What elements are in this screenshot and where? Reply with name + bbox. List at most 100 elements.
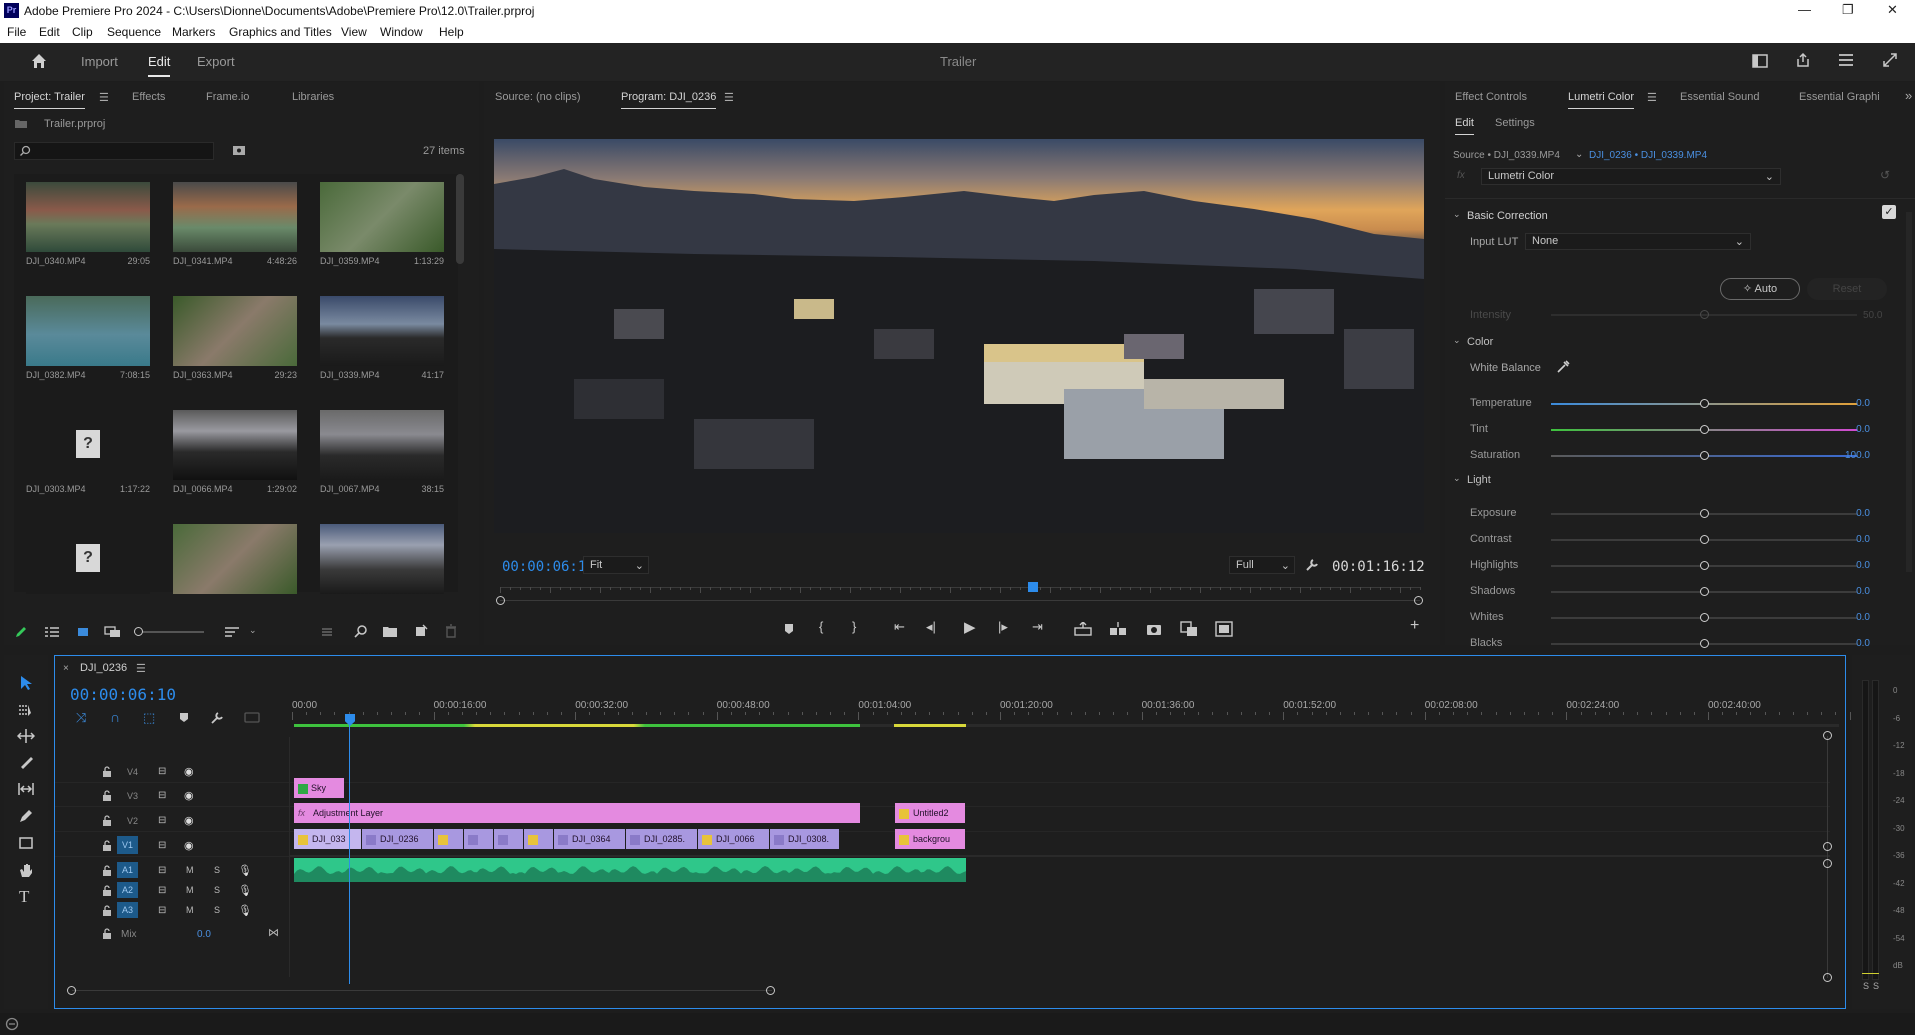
play-icon[interactable]: ▶ [964,618,976,636]
thumbnail-dji0339[interactable] [320,296,444,366]
slider-knob[interactable] [1699,451,1709,460]
scroll-handle-top[interactable] [1823,731,1832,740]
solo-left-button[interactable]: S [1863,981,1869,991]
thumbnail-dji0359[interactable] [320,182,444,252]
lock-icon[interactable] [102,885,112,897]
sequence-clip-label[interactable]: DJI_0236 • DJI_0339.MP4 [1589,150,1707,161]
insert-icon[interactable] [1180,621,1198,637]
sync-lock-icon[interactable]: ⊟ [158,840,166,851]
sync-lock-icon[interactable]: ⊟ [158,815,166,826]
slider-knob[interactable] [1699,425,1709,434]
zoom-handle-right[interactable] [766,986,775,995]
track-name-a2[interactable]: A2 [117,882,139,898]
effect-dropdown[interactable]: Lumetri Color ⌄ [1481,168,1781,185]
quick-export-icon[interactable] [1795,52,1811,68]
solo-button[interactable]: S [214,865,220,875]
lumetri-menu-icon[interactable]: ☰ [1647,91,1657,104]
tab-lumetri-color[interactable]: Lumetri Color [1568,91,1635,109]
track-name-a1[interactable]: A1 [117,862,139,878]
lock-icon[interactable] [102,790,112,802]
slider-value[interactable]: 0.0 [1856,612,1870,623]
scroll-handle-bottom[interactable] [1823,973,1832,982]
eyedropper-icon[interactable] [1556,360,1570,374]
slider-value[interactable]: 0.0 [1856,398,1870,409]
microphone-icon[interactable]: 🎙 [238,864,252,877]
sequence-tab[interactable]: DJI_0236 [80,662,127,674]
project-scrollbar[interactable] [456,174,464,264]
slider-knob[interactable] [1699,509,1709,518]
zoom-handle-left[interactable] [67,986,76,995]
step-back-icon[interactable]: ◂| [926,619,936,635]
clip-v1[interactable]: DJI_0236 [362,829,433,849]
chevron-down-icon[interactable]: ⌄ [1453,335,1461,346]
thumbnail-dji0303[interactable]: ? [26,410,150,480]
sync-lock-icon[interactable]: ⊟ [158,865,166,876]
sync-lock-icon[interactable]: ⊟ [158,790,166,801]
tab-project[interactable]: Project: Trailer [14,91,85,109]
lumetri-scrollbar[interactable] [1906,212,1912,572]
selection-tool-icon[interactable] [18,675,34,691]
slider-value[interactable]: 0.0 [1856,508,1870,519]
playback-resolution-dropdown[interactable]: Full ⌄ [1229,556,1295,574]
extract-icon[interactable] [1109,622,1127,636]
status-icon[interactable] [5,1017,19,1031]
timeline-marker-icon[interactable] [179,712,189,724]
thumbnail-dji0363[interactable] [173,296,297,366]
subtab-edit[interactable]: Edit [1455,117,1474,135]
zoom-handle-left[interactable] [496,596,505,605]
clip-v1[interactable]: DJI_0308. [770,829,839,849]
slip-tool-icon[interactable] [17,781,35,797]
track-name-a3[interactable]: A3 [117,902,139,918]
clip-background[interactable]: backgrou [895,829,965,849]
slider-knob[interactable] [1699,561,1709,570]
workspace-edit[interactable]: Edit [148,54,171,77]
microphone-icon[interactable]: 🎙 [238,884,252,897]
wrench-icon[interactable] [1304,557,1320,573]
tab-program[interactable]: Program: DJI_0236 [621,91,717,109]
slider-knob[interactable] [1699,639,1709,648]
nest-icon[interactable]: ⤨ [76,710,86,726]
workspaces-icon[interactable] [1752,54,1768,68]
track-name-v3[interactable]: V3 [127,791,138,801]
snap-icon[interactable]: ∩ [110,709,120,725]
ripple-edit-tool-icon[interactable] [17,728,35,744]
freeform-view-icon[interactable] [104,625,122,639]
slider-knob[interactable] [1699,535,1709,544]
eye-icon[interactable]: ◉ [184,814,194,827]
workspace-export[interactable]: Export [197,54,235,69]
clip-v1[interactable]: DJI_0364 [554,829,625,849]
zoom-slider-knob[interactable] [134,627,143,636]
mute-button[interactable]: M [186,865,194,875]
mute-button[interactable]: M [186,905,194,915]
tab-libraries[interactable]: Libraries [292,91,334,103]
panel-menu-icon[interactable] [1838,53,1854,67]
track-name-v2[interactable]: V2 [127,816,138,826]
clip-v1[interactable]: DJI_033 [294,829,361,849]
reset-button[interactable]: Reset [1807,278,1887,300]
thumbnail-dji0341[interactable] [173,182,297,252]
solo-right-button[interactable]: S [1873,981,1879,991]
eye-icon[interactable]: ◉ [184,765,194,778]
menu-edit[interactable]: Edit [39,25,60,39]
slider-value[interactable]: 0.0 [1856,534,1870,545]
intensity-knob[interactable] [1700,310,1709,319]
menu-markers[interactable]: Markers [172,25,215,39]
subtab-settings[interactable]: Settings [1495,117,1535,129]
minimize-button[interactable]: — [1798,2,1811,17]
razor-tool-icon[interactable] [18,754,34,770]
add-marker-icon[interactable] [782,622,796,636]
thumbnail-dji0382[interactable] [26,296,150,366]
chevron-down-icon[interactable]: ⌄ [249,625,257,636]
basic-correction-checkbox[interactable]: ✓ [1882,205,1896,219]
thumbnail-aerial[interactable] [173,524,297,594]
track-name-v4[interactable]: V4 [127,767,138,777]
close-window-button[interactable]: ✕ [1887,2,1898,18]
new-item-icon[interactable] [414,624,428,638]
track-height-scroll[interactable] [1827,736,1828,978]
scroll-handle-audio[interactable] [1823,859,1832,868]
slider-value[interactable]: 0.0 [1856,586,1870,597]
search-input[interactable] [14,142,214,160]
eye-icon[interactable]: ◉ [184,839,194,852]
lock-icon[interactable] [102,865,112,877]
more-tabs-icon[interactable]: » [1905,88,1912,103]
